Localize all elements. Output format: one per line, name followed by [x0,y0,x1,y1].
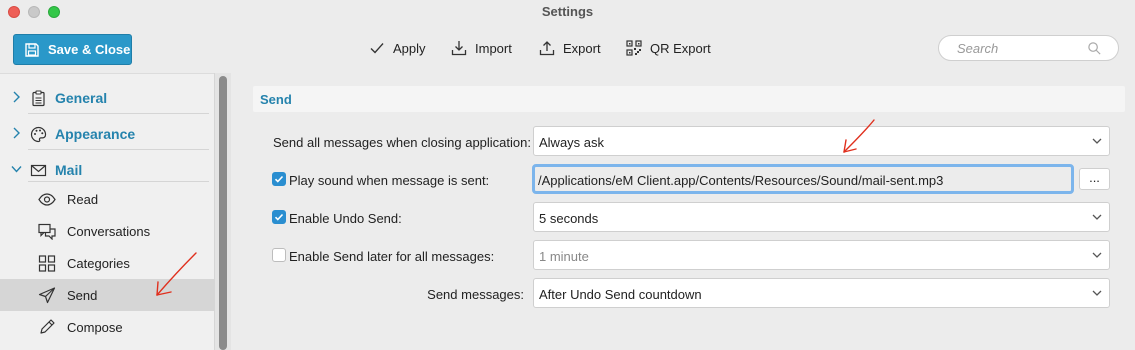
send-on-close-dropdown[interactable]: Always ask [533,126,1110,156]
export-icon [539,41,555,56]
sidebar-section-mail[interactable]: Mail [0,156,214,184]
sidebar-section-appearance[interactable]: Appearance [0,120,214,148]
search-box[interactable] [938,35,1119,61]
chevron-down-icon [11,166,22,173]
import-button[interactable]: Import [451,40,512,56]
sidebar-section-label: Appearance [55,126,136,142]
sidebar-item-label: Categories [67,256,130,271]
play-sound-label: Play sound when message is sent: [289,173,490,188]
qr-export-button[interactable]: QR Export [626,40,711,56]
sidebar-scroll-thumb[interactable] [219,76,227,350]
search-icon [1088,42,1101,55]
checkmark-icon [274,213,284,221]
divider [28,181,209,182]
eye-icon [38,193,56,206]
chevron-right-icon [13,127,20,139]
sound-path-value: /Applications/eM Client.app/Contents/Res… [538,173,944,188]
import-icon [451,41,467,56]
envelope-icon [30,164,47,177]
send-messages-label: Send messages: [427,287,524,302]
sidebar-item-send[interactable]: Send [0,279,214,311]
chevron-right-icon [13,91,20,103]
paper-plane-icon [38,287,56,304]
title-bar: Settings [0,0,1135,24]
sidebar-scrollbar[interactable] [214,73,231,350]
save-close-label: Save & Close [48,42,131,57]
sidebar-item-categories[interactable]: Categories [0,247,214,279]
clipboard-icon [32,90,45,107]
chevron-down-icon [1092,214,1102,220]
send-section-title: Send [260,92,292,107]
dropdown-value: 1 minute [539,249,589,264]
pencil-icon [40,319,55,334]
sidebar-item-label: Read [67,192,99,207]
sidebar-section-general[interactable]: General [0,84,214,112]
browse-sound-button[interactable]: ... [1079,168,1110,190]
undo-send-checkbox[interactable] [272,210,286,224]
divider [28,149,209,150]
send-section-header: Send [253,86,1125,112]
chevron-down-icon [1092,252,1102,258]
sidebar-section-label: Mail [55,162,83,178]
undo-send-dropdown[interactable]: 5 seconds [533,202,1110,232]
sidebar-item-label: Compose [67,320,123,335]
sidebar-item-read[interactable]: Read [0,183,214,215]
sidebar-item-label: Send [67,288,98,303]
dropdown-value: After Undo Send countdown [539,287,702,302]
checkmark-icon [370,43,384,54]
send-later-dropdown[interactable]: 1 minute [533,240,1110,270]
apply-button[interactable]: Apply [369,40,426,56]
search-input[interactable] [957,41,1087,56]
floppy-disk-icon [25,42,39,57]
sidebar-item-compose[interactable]: Compose [0,311,214,343]
chevron-down-icon [1092,138,1102,144]
export-label: Export [563,40,601,56]
play-sound-checkbox[interactable] [272,172,286,186]
apply-label: Apply [393,40,426,56]
conversations-icon [38,223,56,240]
save-close-button[interactable]: Save & Close [13,34,132,65]
send-later-label: Enable Send later for all messages: [289,249,495,264]
sidebar-section-label: General [55,90,108,106]
dropdown-value: 5 seconds [539,211,599,226]
send-later-checkbox[interactable] [272,248,286,262]
palette-icon [30,126,47,143]
undo-send-label: Enable Undo Send: [289,211,402,226]
sidebar-item-label: Conversations [67,224,151,239]
grid-icon [38,255,56,272]
checkmark-icon [274,175,284,183]
export-button[interactable]: Export [539,40,601,56]
qr-code-icon [626,40,642,56]
qr-export-label: QR Export [650,40,711,56]
sidebar-item-conversations[interactable]: Conversations [0,215,214,247]
import-label: Import [475,40,512,56]
chevron-down-icon [1092,290,1102,296]
send-on-close-label: Send all messages when closing applicati… [273,135,531,150]
dropdown-value: Always ask [539,135,605,150]
divider [28,113,209,114]
window-title: Settings [541,4,594,19]
sound-path-field[interactable]: /Applications/eM Client.app/Contents/Res… [532,164,1074,194]
send-messages-dropdown[interactable]: After Undo Send countdown [533,278,1110,308]
